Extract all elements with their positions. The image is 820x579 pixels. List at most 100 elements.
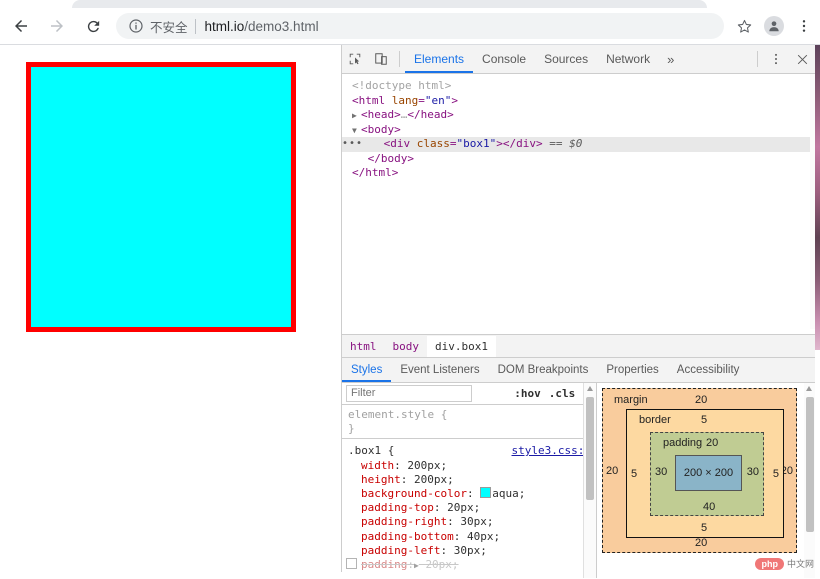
box-model-border-area[interactable]: border 5 5 5 5 padding 20 30 30 40 200 ×… (626, 409, 784, 538)
element-style-close: } (348, 422, 355, 436)
tab-console[interactable]: Console (473, 46, 535, 73)
omnibox[interactable]: 不安全 html.io/demo3.html (116, 13, 724, 39)
browser-tab[interactable] (72, 0, 707, 8)
padding-top-value[interactable]: 20 (706, 437, 718, 449)
more-tabs-button[interactable]: » (659, 46, 682, 73)
padding-bottom-value[interactable]: 40 (703, 501, 715, 513)
declaration-padding-left[interactable]: padding-left: 30px; (342, 544, 596, 558)
breadcrumb: html body div.box1 (342, 334, 815, 358)
dom-tree[interactable]: <!doctype html> <html lang="en"> ▶ <head>… (342, 74, 815, 334)
styles-scrollbar-thumb[interactable] (586, 397, 594, 500)
box1-element[interactable] (26, 62, 296, 332)
margin-top-value[interactable]: 20 (695, 394, 707, 406)
border-top-value[interactable]: 5 (701, 414, 707, 426)
border-left-value[interactable]: 5 (631, 468, 637, 480)
box-model-padding-area[interactable]: padding 20 30 30 40 200 × 200 (650, 432, 764, 516)
tab-styles[interactable]: Styles (342, 359, 391, 382)
box-model-scrollbar-thumb[interactable] (806, 397, 814, 532)
margin-bottom-value[interactable]: 20 (695, 537, 707, 549)
three-dot-menu-icon (802, 20, 806, 32)
declaration-background-color[interactable]: background-color: aqua; (342, 487, 596, 501)
dom-line-head[interactable]: ▶ <head>…</head> (342, 108, 815, 123)
box-model-border-label: border (639, 414, 671, 426)
breadcrumb-item-div-box1[interactable]: div.box1 (427, 335, 496, 357)
bookmark-button[interactable] (730, 12, 758, 40)
box-model-padding-label: padding (663, 437, 703, 449)
declaration-padding-right[interactable]: padding-right: 30px; (342, 515, 596, 529)
back-arrow-icon (15, 20, 27, 32)
dom-line-div-box1[interactable]: ••• <div class="box1"></div> == $0 (342, 137, 815, 152)
tab-accessibility[interactable]: Accessibility (668, 359, 749, 382)
tab-dom-breakpoints[interactable]: DOM Breakpoints (489, 359, 598, 382)
browser-toolbar: 不安全 html.io/demo3.html (0, 8, 820, 45)
browser-menu-button[interactable] (790, 12, 818, 40)
declaration-padding-top[interactable]: padding-top: 20px; (342, 501, 596, 515)
selected-node-ref: == $0 (549, 137, 583, 150)
styles-pane: :hov .cls + element.style { } .box1 { st… (342, 383, 815, 578)
browser-tab-strip (0, 0, 820, 8)
margin-left-value[interactable]: 20 (606, 465, 618, 477)
back-button[interactable] (6, 11, 36, 41)
tab-sources[interactable]: Sources (535, 46, 597, 73)
url-host: html.io (204, 18, 245, 34)
box-model-scrollbar[interactable] (804, 383, 815, 578)
devtools-close-button[interactable] (789, 47, 815, 71)
declaration-height[interactable]: height: 200px; (342, 473, 596, 487)
rule-selector[interactable]: .box1 { (348, 444, 394, 457)
cls-toggle-button[interactable]: .cls (549, 387, 576, 400)
reload-button[interactable] (78, 11, 108, 41)
omnibox-divider (194, 18, 196, 34)
scroll-up-arrow-icon[interactable] (587, 386, 593, 391)
declaration-checkbox[interactable] (346, 558, 357, 570)
declaration-width[interactable]: width: 200px; (342, 459, 596, 473)
styles-filter-input[interactable] (346, 385, 472, 402)
devtools-settings-button[interactable] (763, 47, 789, 71)
inspect-element-button[interactable] (342, 47, 368, 71)
forward-button[interactable] (42, 11, 72, 41)
styles-rules-column: :hov .cls + element.style { } .box1 { st… (342, 383, 597, 578)
tab-properties[interactable]: Properties (597, 359, 667, 382)
declaration-padding-bottom[interactable]: padding-bottom: 40px; (342, 530, 596, 544)
scroll-up-arrow-icon[interactable] (806, 386, 812, 391)
page-viewport (0, 45, 340, 572)
person-icon (769, 21, 779, 32)
watermark: php 中文网 (755, 557, 814, 570)
star-icon (737, 19, 751, 33)
device-toolbar-button[interactable] (368, 47, 394, 71)
url-path: /demo3.html (244, 18, 319, 34)
declaration-padding-disabled[interactable]: padding:▶ 20px; (342, 558, 596, 573)
hov-toggle-button[interactable]: :hov (514, 387, 541, 400)
dom-line-html-open[interactable]: <html lang="en"> (342, 94, 815, 109)
avatar-icon (764, 16, 784, 36)
breadcrumb-item-html[interactable]: html (342, 336, 385, 357)
node-badge-icon[interactable]: ••• (342, 137, 363, 152)
dom-line-doctype[interactable]: <!doctype html> (342, 79, 815, 94)
expand-arrow-icon[interactable]: ▶ (352, 109, 361, 124)
dom-tree-scrollbar[interactable] (810, 74, 815, 329)
box-model-margin-area[interactable]: margin 20 20 20 20 border 5 5 5 5 paddin… (602, 388, 797, 553)
toolbar-divider-2 (757, 51, 758, 67)
border-right-value[interactable]: 5 (773, 468, 779, 480)
tab-network[interactable]: Network (597, 46, 659, 73)
shorthand-expand-icon[interactable]: ▶ (414, 559, 419, 573)
rule-source-link[interactable]: style3.css:1 (512, 444, 591, 458)
info-circle-icon[interactable] (128, 18, 144, 34)
box-model-content-area[interactable]: 200 × 200 (675, 455, 742, 491)
device-toolbar-icon (375, 53, 387, 65)
padding-right-value[interactable]: 30 (747, 466, 759, 478)
breadcrumb-item-body[interactable]: body (385, 336, 428, 357)
sidebar-tabs: Styles Event Listeners DOM Breakpoints P… (342, 358, 815, 383)
dom-line-body-close[interactable]: </body> (342, 152, 815, 167)
tab-event-listeners[interactable]: Event Listeners (391, 359, 488, 382)
styles-scrollbar[interactable] (583, 383, 596, 578)
content-size-value[interactable]: 200 × 200 (684, 467, 733, 479)
collapse-arrow-icon[interactable]: ▼ (352, 124, 361, 139)
color-swatch[interactable] (480, 487, 492, 499)
tab-elements[interactable]: Elements (405, 46, 473, 73)
padding-left-value[interactable]: 30 (655, 466, 667, 478)
inspect-element-icon (349, 53, 361, 65)
dom-line-body-open[interactable]: ▼ <body> (342, 123, 815, 138)
dom-line-html-close[interactable]: </html> (342, 166, 815, 181)
profile-button[interactable] (760, 12, 788, 40)
border-bottom-value[interactable]: 5 (701, 522, 707, 534)
